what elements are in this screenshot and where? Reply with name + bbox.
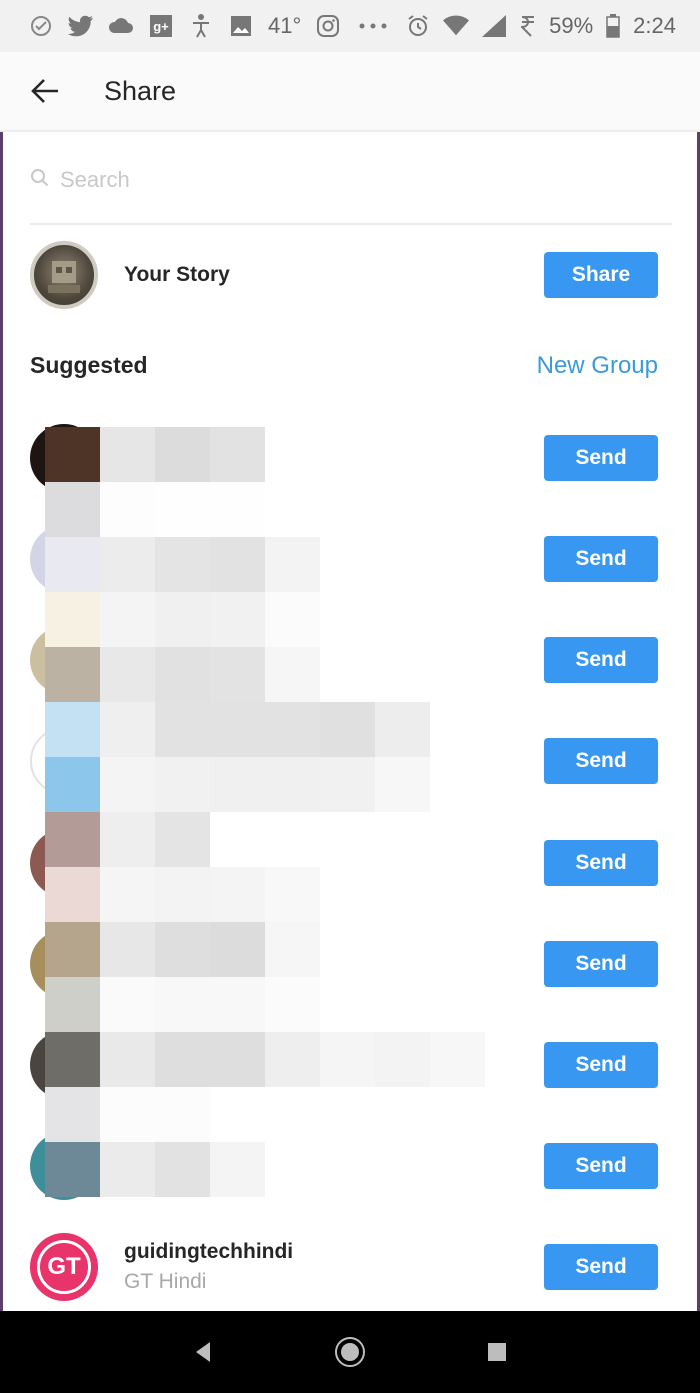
nav-back-button[interactable] [173,1322,233,1382]
clock-text: 2:24 [633,13,676,38]
pixelated-redaction [45,427,485,1197]
search-bar[interactable] [30,156,670,204]
send-button[interactable]: Send [544,840,658,886]
send-button[interactable]: Send [544,941,658,987]
send-button[interactable]: Send [544,1244,658,1290]
send-button[interactable]: Send [544,1042,658,1088]
send-button[interactable]: Send [544,435,658,481]
send-button[interactable]: Send [544,536,658,582]
search-input[interactable] [60,167,620,193]
back-arrow-icon [31,79,58,103]
send-button[interactable]: Send [544,637,658,683]
status-bar: g+ 41° 59% 2:24 [0,0,700,52]
new-group-link[interactable]: New Group [537,352,658,380]
twitter-icon [68,13,94,39]
page-title: Share [104,75,177,106]
google-plus-icon: g+ [148,13,174,39]
temperature-text: 41° [268,13,302,38]
send-button[interactable]: Send [544,738,658,784]
your-story-row: Your Story Share [30,241,670,309]
suggested-section-label: Suggested [30,352,148,378]
svg-text:g+: g+ [153,19,169,34]
image-icon [228,13,254,39]
check-circle-icon [28,13,54,39]
nav-home-icon [334,1337,365,1367]
send-button[interactable]: Send [544,1143,658,1189]
instagram-icon [315,13,341,39]
share-to-story-button[interactable]: Share [544,252,658,298]
back-button[interactable] [0,51,90,131]
app-header: Share [0,52,700,132]
status-bar-notifications: g+ 41° [28,13,405,39]
cloud-icon [108,13,134,39]
rupee-icon [519,13,537,39]
status-bar-system: 59% 2:24 [405,13,676,39]
alarm-icon [405,13,431,39]
wifi-icon [443,13,470,39]
gt-hindi-avatar: GT [30,1233,98,1301]
battery-icon [605,13,621,39]
nav-recents-button[interactable] [467,1322,527,1382]
search-icon [30,168,50,193]
nav-recents-icon [487,1343,506,1361]
search-divider [30,223,672,225]
more-icon [355,13,391,39]
accessibility-icon [188,13,214,39]
your-story-avatar [30,241,98,309]
nav-home-button[interactable] [320,1322,380,1382]
android-nav-bar [0,1311,700,1393]
gt-logo-icon: GT [37,1240,91,1294]
signal-icon [481,13,507,39]
battery-percent: 59% [549,13,594,38]
suggested-row-guidingtechhindi: GT guidingtechhindi GT Hindi Send [30,1233,670,1301]
nav-back-icon [196,1342,211,1362]
